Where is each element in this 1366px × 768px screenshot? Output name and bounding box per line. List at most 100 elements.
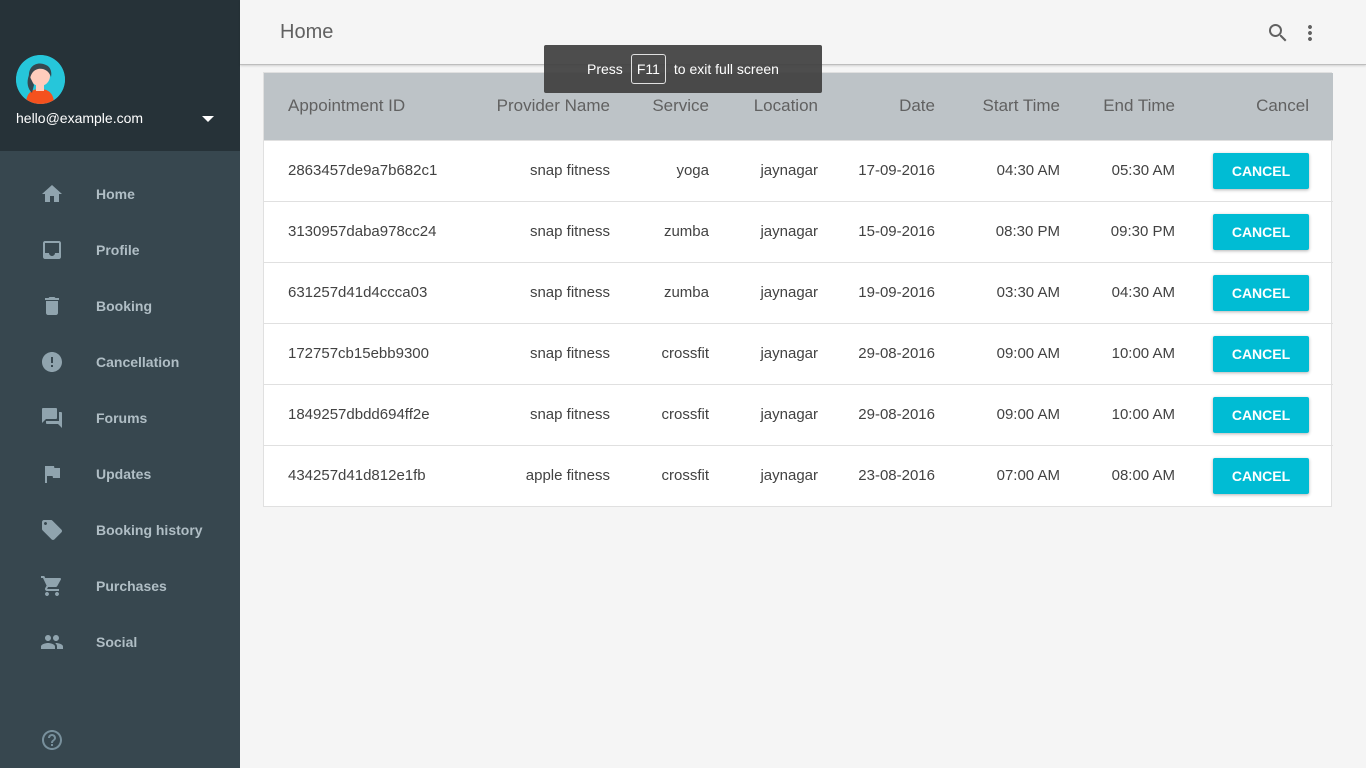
provider-name-cell: snap fitness <box>529 162 610 179</box>
service-cell: crossfit <box>661 406 709 423</box>
sidebar: hello@example.com Home Profile Booking C… <box>0 0 240 768</box>
table-row: 1849257dbdd694ff2e snap fitness crossfit… <box>264 384 1333 445</box>
nav-item-booking[interactable]: Booking <box>0 278 240 334</box>
people-icon <box>40 630 64 654</box>
table-row: 172757cb15ebb9300 snap fitness crossfit … <box>264 323 1333 384</box>
provider-name-cell: snap fitness <box>529 223 610 240</box>
forum-icon <box>40 406 64 430</box>
appointment-id-cell: 434257d41d812e1fb <box>288 467 426 485</box>
end-time-cell: 10:00 AM <box>1111 345 1175 362</box>
nav-item-home[interactable]: Home <box>0 166 240 222</box>
cancel-cell: CANCEL <box>1175 262 1333 323</box>
cancel-button[interactable]: CANCEL <box>1213 396 1309 433</box>
nav-item-updates[interactable]: Updates <box>0 446 240 502</box>
end-time-cell: 05:30 AM <box>1111 162 1175 179</box>
account-header: hello@example.com <box>0 0 240 151</box>
cancel-cell: CANCEL <box>1175 445 1333 506</box>
end-time-cell: 09:30 PM <box>1110 223 1175 240</box>
nav-item-social[interactable]: Social <box>0 614 240 670</box>
cancel-button[interactable]: CANCEL <box>1213 335 1309 372</box>
search-icon[interactable] <box>1266 21 1290 45</box>
service-cell: crossfit <box>661 467 709 485</box>
nav-item-profile[interactable]: Profile <box>0 222 240 278</box>
appointment-id-cell: 631257d41d4ccca03 <box>288 284 428 301</box>
cancel-button[interactable]: CANCEL <box>1213 274 1309 311</box>
provider-name-cell: snap fitness <box>529 284 610 301</box>
end-time-cell: 08:00 AM <box>1111 467 1175 485</box>
service-cell: crossfit <box>661 345 709 362</box>
location-cell: jaynagar <box>760 284 818 301</box>
start-time-cell: 08:30 PM <box>995 223 1060 240</box>
help-icon[interactable] <box>40 728 64 752</box>
tag-icon <box>40 518 64 542</box>
location-cell: jaynagar <box>760 345 818 362</box>
column-header-date: Date <box>899 96 935 116</box>
date-cell: 15-09-2016 <box>858 223 935 240</box>
nav-item-label: Updates <box>96 466 152 482</box>
nav-item-label: Social <box>96 634 138 650</box>
column-header-end-time: End Time <box>1103 96 1175 116</box>
cancel-cell: CANCEL <box>1175 140 1333 201</box>
account-dropdown-icon[interactable] <box>202 116 214 122</box>
location-cell: jaynagar <box>760 162 818 179</box>
start-time-cell: 09:00 AM <box>996 406 1060 423</box>
column-header-cancel: Cancel <box>1256 96 1309 116</box>
nav-item-label: Purchases <box>96 578 167 594</box>
end-time-cell: 10:00 AM <box>1111 406 1175 423</box>
column-header-start-time: Start Time <box>982 96 1060 116</box>
service-cell: yoga <box>676 162 709 179</box>
end-time-cell: 04:30 AM <box>1111 284 1175 301</box>
alert-icon <box>40 350 64 374</box>
cancel-button[interactable]: CANCEL <box>1213 152 1309 189</box>
appointment-id-cell: 1849257dbdd694ff2e <box>288 406 430 423</box>
cancel-cell: CANCEL <box>1175 384 1333 445</box>
nav-item-label: Home <box>96 186 135 202</box>
provider-name-cell: snap fitness <box>529 406 610 423</box>
toast-text-after: to exit full screen <box>673 61 779 77</box>
cancel-cell: CANCEL <box>1175 201 1333 262</box>
nav-item-label: Booking <box>96 298 152 314</box>
date-cell: 29-08-2016 <box>858 406 935 423</box>
more-vert-icon[interactable] <box>1298 21 1322 45</box>
provider-name-cell: apple fitness <box>525 467 610 485</box>
appointments-table: Appointment ID Provider Name Service Loc… <box>263 72 1333 507</box>
fullscreen-toast: Press F11 to exit full screen <box>544 45 822 93</box>
start-time-cell: 07:00 AM <box>996 467 1060 485</box>
date-cell: 29-08-2016 <box>858 345 935 362</box>
nav-item-label: Forums <box>96 410 148 426</box>
service-cell: zumba <box>663 223 709 240</box>
appointment-id-cell: 2863457de9a7b682c1 <box>288 162 438 179</box>
location-cell: jaynagar <box>760 467 818 485</box>
flag-icon <box>40 462 64 486</box>
nav-item-forums[interactable]: Forums <box>0 390 240 446</box>
nav-item-cancellation[interactable]: Cancellation <box>0 334 240 390</box>
location-cell: jaynagar <box>760 406 818 423</box>
nav-menu: Home Profile Booking Cancellation Forums… <box>0 166 240 670</box>
nav-item-booking-history[interactable]: Booking history <box>0 502 240 558</box>
start-time-cell: 04:30 AM <box>996 162 1060 179</box>
start-time-cell: 09:00 AM <box>996 345 1060 362</box>
table-row: 3130957daba978cc24 snap fitness zumba ja… <box>264 201 1333 262</box>
cart-icon <box>40 574 64 598</box>
date-cell: 23-08-2016 <box>858 467 935 485</box>
inbox-icon <box>40 238 64 262</box>
nav-item-label: Cancellation <box>96 354 180 370</box>
appointment-id-cell: 3130957daba978cc24 <box>288 223 437 240</box>
column-header-appointment-id: Appointment ID <box>288 96 406 116</box>
account-email: hello@example.com <box>16 110 144 126</box>
trash-icon <box>40 294 64 318</box>
cancel-button[interactable]: CANCEL <box>1213 213 1309 250</box>
cancel-button[interactable]: CANCEL <box>1213 457 1309 494</box>
nav-item-purchases[interactable]: Purchases <box>0 558 240 614</box>
date-cell: 19-09-2016 <box>858 284 935 301</box>
date-cell: 17-09-2016 <box>858 162 935 179</box>
page-title: Home <box>280 21 334 43</box>
avatar[interactable] <box>16 55 65 104</box>
cancel-cell: CANCEL <box>1175 323 1333 384</box>
home-icon <box>40 182 64 206</box>
table-row: 434257d41d812e1fb apple fitness crossfit… <box>264 445 1333 506</box>
toast-key: F11 <box>630 54 666 84</box>
service-cell: zumba <box>663 284 709 301</box>
appointment-id-cell: 172757cb15ebb9300 <box>288 345 429 362</box>
location-cell: jaynagar <box>760 223 818 240</box>
